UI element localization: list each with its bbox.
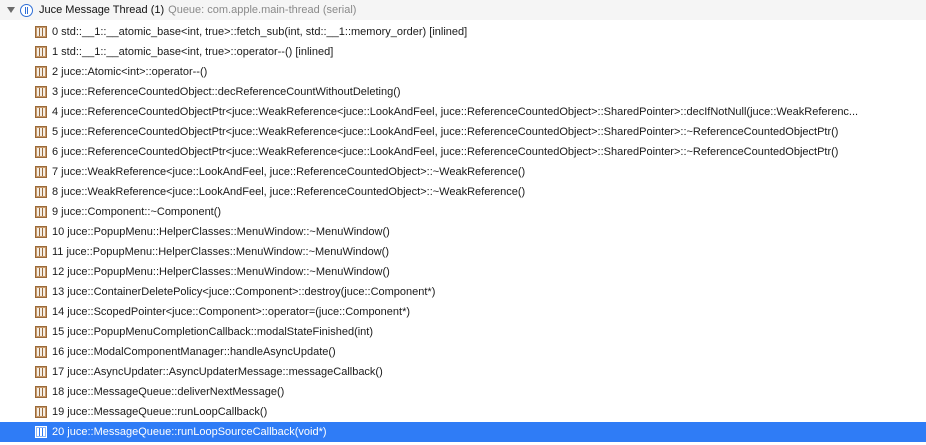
stack-frame-row[interactable]: 3 juce::ReferenceCountedObject::decRefer… — [0, 82, 926, 102]
stack-frame-row[interactable]: 18 juce::MessageQueue::deliverNextMessag… — [0, 382, 926, 402]
stack-frame-row[interactable]: 5 juce::ReferenceCountedObjectPtr<juce::… — [0, 122, 926, 142]
stack-frame-row[interactable]: 6 juce::ReferenceCountedObjectPtr<juce::… — [0, 142, 926, 162]
stack-frame-icon — [35, 246, 47, 258]
stack-frame-row[interactable]: 1 std::__1::__atomic_base<int, true>::op… — [0, 42, 926, 62]
stack-frame-icon — [35, 86, 47, 98]
stack-frame-label: 10 juce::PopupMenu::HelperClasses::MenuW… — [52, 226, 390, 238]
stack-frame-label: 19 juce::MessageQueue::runLoopCallback() — [52, 406, 268, 418]
stack-frame-row[interactable]: 4 juce::ReferenceCountedObjectPtr<juce::… — [0, 102, 926, 122]
stack-frame-label: 11 juce::PopupMenu::HelperClasses::MenuW… — [52, 246, 389, 258]
stack-frame-row[interactable]: 14 juce::ScopedPointer<juce::Component>:… — [0, 302, 926, 322]
stack-frame-row[interactable]: 7 juce::WeakReference<juce::LookAndFeel,… — [0, 162, 926, 182]
stack-frame-icon — [35, 106, 47, 118]
stack-frame-row[interactable]: 16 juce::ModalComponentManager::handleAs… — [0, 342, 926, 362]
stack-frame-row[interactable]: 9 juce::Component::~Component() — [0, 202, 926, 222]
stack-frame-label: 13 juce::ContainerDeletePolicy<juce::Com… — [52, 286, 436, 298]
stack-frame-icon — [35, 326, 47, 338]
stack-frame-label: 14 juce::ScopedPointer<juce::Component>:… — [52, 306, 411, 318]
stack-frame-row[interactable]: 17 juce::AsyncUpdater::AsyncUpdaterMessa… — [0, 362, 926, 382]
stack-frame-row[interactable]: 19 juce::MessageQueue::runLoopCallback() — [0, 402, 926, 422]
stack-frame-row[interactable]: 10 juce::PopupMenu::HelperClasses::MenuW… — [0, 222, 926, 242]
stack-frame-icon — [35, 286, 47, 298]
stack-frame-label: 17 juce::AsyncUpdater::AsyncUpdaterMessa… — [52, 366, 383, 378]
stack-frame-icon — [35, 46, 47, 58]
stack-frame-icon — [35, 186, 47, 198]
stack-frame-label: 4 juce::ReferenceCountedObjectPtr<juce::… — [52, 106, 859, 118]
stack-frame-label: 9 juce::Component::~Component() — [52, 206, 222, 218]
stack-frame-row[interactable]: 8 juce::WeakReference<juce::LookAndFeel,… — [0, 182, 926, 202]
stack-frame-icon — [35, 386, 47, 398]
stack-frame-row[interactable]: 2 juce::Atomic<int>::operator--() — [0, 62, 926, 82]
stack-frame-icon — [35, 206, 47, 218]
thread-title: Juce Message Thread (1) — [39, 4, 165, 16]
stack-frame-icon — [35, 366, 47, 378]
stack-frame-row[interactable]: 12 juce::PopupMenu::HelperClasses::MenuW… — [0, 262, 926, 282]
stack-frame-icon — [35, 306, 47, 318]
disclosure-triangle-icon[interactable] — [7, 7, 15, 13]
stack-frame-label: 2 juce::Atomic<int>::operator--() — [52, 66, 208, 78]
stack-frame-label: 12 juce::PopupMenu::HelperClasses::MenuW… — [52, 266, 390, 278]
stack-frame-icon — [35, 426, 47, 438]
stack-frame-label: 20 juce::MessageQueue::runLoopSourceCall… — [52, 426, 327, 438]
stack-frame-row[interactable]: 20 juce::MessageQueue::runLoopSourceCall… — [0, 422, 926, 442]
thread-queue: Queue: com.apple.main-thread (serial) — [168, 4, 357, 16]
stack-frame-label: 15 juce::PopupMenuCompletionCallback::mo… — [52, 326, 374, 338]
stack-frame-icon — [35, 26, 47, 38]
stack-frame-label: 0 std::__1::__atomic_base<int, true>::fe… — [52, 26, 468, 38]
stack-frame-icon — [35, 66, 47, 78]
stack-frame-label: 6 juce::ReferenceCountedObjectPtr<juce::… — [52, 146, 839, 158]
stack-frame-icon — [35, 226, 47, 238]
thread-header[interactable]: Juce Message Thread (1) Queue: com.apple… — [0, 0, 926, 20]
stack-frame-label: 7 juce::WeakReference<juce::LookAndFeel,… — [52, 166, 526, 178]
stack-frame-row[interactable]: 11 juce::PopupMenu::HelperClasses::MenuW… — [0, 242, 926, 262]
thread-icon — [20, 3, 33, 17]
stack-frame-label: 16 juce::ModalComponentManager::handleAs… — [52, 346, 336, 358]
stack-frame-icon — [35, 266, 47, 278]
stack-frame-icon — [35, 346, 47, 358]
stack-frame-label: 1 std::__1::__atomic_base<int, true>::op… — [52, 46, 334, 58]
stack-frame-icon — [35, 406, 47, 418]
stack-frame-label: 18 juce::MessageQueue::deliverNextMessag… — [52, 386, 285, 398]
stack-frame-list: 0 std::__1::__atomic_base<int, true>::fe… — [0, 22, 926, 442]
stack-frame-icon — [35, 166, 47, 178]
stack-frame-icon — [35, 126, 47, 138]
stack-frame-label: 5 juce::ReferenceCountedObjectPtr<juce::… — [52, 126, 839, 138]
stack-frame-label: 3 juce::ReferenceCountedObject::decRefer… — [52, 86, 401, 98]
stack-frame-icon — [35, 146, 47, 158]
stack-frame-row[interactable]: 13 juce::ContainerDeletePolicy<juce::Com… — [0, 282, 926, 302]
stack-frame-label: 8 juce::WeakReference<juce::LookAndFeel,… — [52, 186, 526, 198]
stack-frame-row[interactable]: 0 std::__1::__atomic_base<int, true>::fe… — [0, 22, 926, 42]
stack-frame-row[interactable]: 15 juce::PopupMenuCompletionCallback::mo… — [0, 322, 926, 342]
